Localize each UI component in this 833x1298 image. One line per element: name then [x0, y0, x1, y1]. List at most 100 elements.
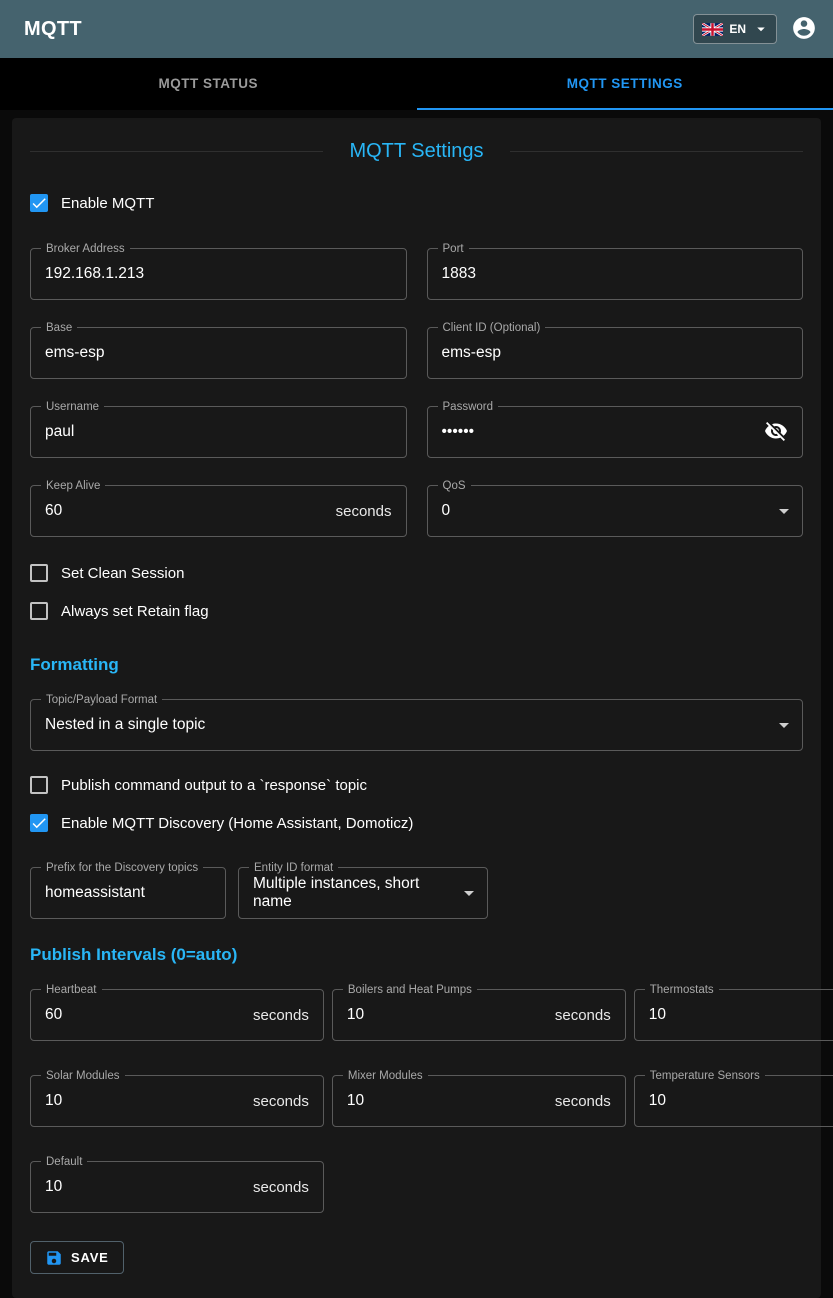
broker-address-input[interactable] — [45, 265, 392, 283]
publish-response-checkbox[interactable]: Publish command output to a `response` t… — [30, 767, 367, 803]
field-label: Client ID (Optional) — [438, 322, 546, 334]
discovery-prefix-field: Prefix for the Discovery topics — [30, 867, 226, 919]
seconds-suffix: seconds — [555, 1093, 611, 1110]
save-button[interactable]: SAVE — [30, 1241, 124, 1274]
checkbox-unchecked-icon — [30, 602, 48, 620]
language-selector-button[interactable]: EN — [693, 14, 777, 44]
topic-payload-format-select[interactable]: Topic/Payload Format Nested in a single … — [30, 699, 803, 751]
client-id-input[interactable] — [442, 344, 789, 362]
field-label: Keep Alive — [41, 480, 105, 492]
password-field: Password — [427, 406, 804, 458]
chevron-down-icon — [752, 20, 770, 38]
checkbox-checked-icon — [30, 814, 48, 832]
account-button[interactable] — [791, 15, 817, 44]
set-clean-session-checkbox[interactable]: Set Clean Session — [30, 555, 184, 591]
solar-interval-input[interactable] — [45, 1092, 245, 1110]
app-title: MQTT — [24, 18, 82, 41]
tab-bar: MQTT STATUS MQTT SETTINGS — [0, 58, 833, 110]
field-label: Prefix for the Discovery topics — [41, 862, 203, 874]
field-label: Broker Address — [41, 243, 130, 255]
broker-port-row: Broker Address Port — [30, 248, 803, 300]
username-field: Username — [30, 406, 407, 458]
field-label: Heartbeat — [41, 984, 102, 996]
thermostats-interval-input[interactable] — [649, 1006, 833, 1024]
port-input[interactable] — [442, 265, 789, 283]
seconds-suffix: seconds — [555, 1007, 611, 1024]
base-clientid-row: Base Client ID (Optional) — [30, 327, 803, 379]
discovery-prefix-input[interactable] — [45, 884, 211, 902]
heartbeat-interval-input[interactable] — [45, 1006, 245, 1024]
tab-mqtt-settings[interactable]: MQTT SETTINGS — [417, 58, 833, 110]
mixer-interval-field: Mixer Modules seconds — [332, 1075, 626, 1127]
base-input[interactable] — [45, 344, 392, 362]
uk-flag-icon — [702, 23, 723, 36]
entity-id-format-select[interactable]: Entity ID format Multiple instances, sho… — [238, 867, 488, 919]
field-label: Temperature Sensors — [645, 1070, 765, 1082]
app-header: MQTT EN — [0, 0, 833, 58]
checkbox-label: Publish command output to a `response` t… — [61, 777, 367, 794]
username-input[interactable] — [45, 423, 392, 441]
tab-mqtt-status[interactable]: MQTT STATUS — [0, 58, 417, 110]
keep-alive-field: Keep Alive seconds — [30, 485, 407, 537]
field-label: Password — [438, 401, 499, 413]
field-label: Entity ID format — [249, 862, 338, 874]
keep-alive-input[interactable] — [45, 502, 328, 520]
checkbox-label: Enable MQTT Discovery (Home Assistant, D… — [61, 815, 413, 832]
field-label: Username — [41, 401, 104, 413]
topic-payload-format-value: Nested in a single topic — [45, 716, 205, 734]
field-label: Topic/Payload Format — [41, 694, 162, 706]
mixer-interval-input[interactable] — [347, 1092, 547, 1110]
formatting-heading: Formatting — [30, 655, 803, 675]
broker-address-field: Broker Address — [30, 248, 407, 300]
arrow-drop-down-icon — [457, 881, 481, 905]
boilers-interval-field: Boilers and Heat Pumps seconds — [332, 989, 626, 1041]
publish-intervals-heading: Publish Intervals (0=auto) — [30, 945, 803, 965]
keepalive-qos-row: Keep Alive seconds QoS 0 — [30, 485, 803, 537]
checkbox-label: Always set Retain flag — [61, 603, 209, 620]
qos-value: 0 — [442, 502, 451, 520]
seconds-suffix: seconds — [253, 1179, 309, 1196]
field-label: Mixer Modules — [343, 1070, 428, 1082]
qos-select[interactable]: QoS 0 — [427, 485, 804, 537]
field-label: QoS — [438, 480, 471, 492]
entity-id-format-value: Multiple instances, short name — [253, 875, 457, 911]
enable-mqtt-checkbox[interactable]: Enable MQTT — [30, 185, 154, 221]
field-label: Solar Modules — [41, 1070, 125, 1082]
page-title: MQTT Settings — [30, 140, 803, 163]
visibility-off-icon — [764, 419, 788, 446]
client-id-field: Client ID (Optional) — [427, 327, 804, 379]
arrow-drop-down-icon — [772, 713, 796, 737]
arrow-drop-down-icon — [772, 499, 796, 523]
seconds-suffix: seconds — [253, 1093, 309, 1110]
field-label: Boilers and Heat Pumps — [343, 984, 477, 996]
password-input[interactable] — [442, 423, 757, 441]
language-label: EN — [729, 22, 746, 36]
checkbox-unchecked-icon — [30, 776, 48, 794]
default-interval-input[interactable] — [45, 1178, 245, 1196]
temperature-interval-field: Temperature Sensors seconds — [634, 1075, 833, 1127]
credentials-row: Username Password — [30, 406, 803, 458]
field-label: Base — [41, 322, 77, 334]
base-field: Base — [30, 327, 407, 379]
account-circle-icon — [791, 15, 817, 44]
default-interval-field: Default seconds — [30, 1161, 324, 1213]
settings-panel: MQTT Settings Enable MQTT Broker Address… — [12, 118, 821, 1298]
thermostats-interval-field: Thermostats seconds — [634, 989, 833, 1041]
enable-discovery-checkbox[interactable]: Enable MQTT Discovery (Home Assistant, D… — [30, 805, 413, 841]
temperature-interval-input[interactable] — [649, 1092, 833, 1110]
checkbox-label: Set Clean Session — [61, 565, 184, 582]
checkbox-label: Enable MQTT — [61, 195, 154, 212]
field-label: Port — [438, 243, 469, 255]
page-title-text: MQTT Settings — [323, 140, 509, 163]
field-label: Thermostats — [645, 984, 719, 996]
solar-interval-field: Solar Modules seconds — [30, 1075, 324, 1127]
port-field: Port — [427, 248, 804, 300]
seconds-suffix: seconds — [336, 503, 392, 520]
retain-flag-checkbox[interactable]: Always set Retain flag — [30, 593, 209, 629]
checkbox-unchecked-icon — [30, 564, 48, 582]
checkbox-checked-icon — [30, 194, 48, 212]
discovery-options-row: Prefix for the Discovery topics Entity I… — [30, 867, 803, 919]
toggle-password-visibility-button[interactable] — [764, 419, 788, 446]
publish-intervals-grid: Heartbeat seconds Boilers and Heat Pumps… — [30, 989, 803, 1213]
boilers-interval-input[interactable] — [347, 1006, 547, 1024]
